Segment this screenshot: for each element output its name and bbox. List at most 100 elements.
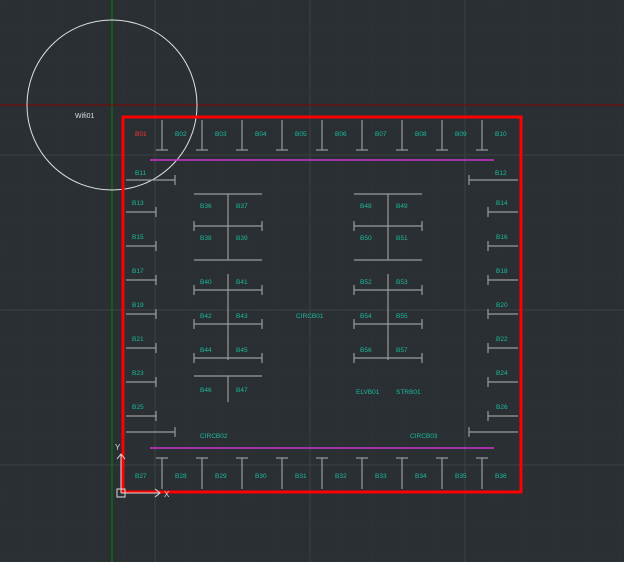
slot[interactable] [126,343,156,353]
slot[interactable] [488,343,518,353]
strb-label: STRB01 [396,389,421,396]
slot-label: B36 [495,473,507,480]
circb03-label: CIRCB03 [410,433,438,440]
axis-y-label: Y [115,443,121,452]
wifi-label: Wifi01 [75,113,95,120]
slot-label: B34 [415,473,427,480]
slot[interactable] [436,120,448,150]
slot[interactable] [488,411,518,421]
slot-label: B46 [200,387,212,394]
slot[interactable] [196,120,208,150]
slot-label: B25 [132,404,144,411]
slot-label: B17 [132,268,144,275]
slot-label: B35 [455,473,467,480]
side-slot-wide[interactable] [469,175,518,185]
bottom-slots: B27 B28 B29 B30 B31 B32 B33 B34 B35 B36 [135,458,507,489]
slot[interactable] [276,458,288,489]
slot-label: B07 [375,131,387,138]
slot[interactable] [126,275,156,285]
slot-label: B13 [132,200,144,207]
slot[interactable] [126,377,156,387]
slot-label: B01 [135,131,147,138]
cad-viewport[interactable]: Wifi01 B01 B02 B03 B04 B05 B06 B07 B08 B… [0,0,624,562]
background-grid [0,0,624,562]
slot-label: B22 [496,336,508,343]
slot-label: B27 [135,473,147,480]
slot-label: B44 [200,347,212,354]
slot[interactable] [356,458,368,489]
slot-label: B04 [255,131,267,138]
slot-label: B11 [135,170,146,177]
slot[interactable] [356,120,368,150]
slot-label: B02 [175,131,187,138]
side-slot-wide[interactable] [469,427,518,437]
slot-label: B16 [496,234,508,241]
slot-label: B28 [175,473,187,480]
slot-label: B49 [396,203,408,210]
slot-label: B30 [255,473,267,480]
slot-label: B14 [496,200,508,207]
top-slots: B01 B02 B03 B04 B05 B06 B07 B08 B09 B10 [135,120,507,150]
core-right[interactable]: B48 B49 B50 B51 B52 B53 B54 B55 B56 B57 [354,194,422,363]
core-left[interactable]: B36 B37 B38 B39 B40 B41 B42 B43 B44 B45 … [194,194,262,402]
slot[interactable] [488,377,518,387]
slot-label: B23 [132,370,144,377]
slot[interactable] [276,120,288,150]
slot-label: B50 [360,235,372,242]
slot[interactable] [126,207,156,217]
building-outline[interactable] [123,117,521,492]
slot[interactable] [126,241,156,251]
slot[interactable] [396,120,408,150]
slot-label: B18 [496,268,508,275]
slot[interactable] [476,120,488,150]
side-slot-wide[interactable] [126,427,175,437]
slot[interactable] [316,458,328,489]
slot-label: B24 [496,370,508,377]
slot-label: B29 [215,473,227,480]
slot-label: B51 [396,235,408,242]
slot[interactable] [488,275,518,285]
slot[interactable] [436,458,448,489]
slot-label: B12 [495,170,507,177]
side-slot-wide[interactable] [126,175,175,185]
slot-label: B39 [236,235,248,242]
slot-label: B08 [415,131,427,138]
slot-label: B40 [200,279,212,286]
slot[interactable] [126,411,156,421]
slot-label: B20 [496,302,508,309]
slot[interactable] [196,458,208,489]
slot-label: B33 [375,473,387,480]
slot-label: B26 [496,404,508,411]
slot-label: B53 [396,279,408,286]
slot-label: B19 [132,302,144,309]
slot[interactable] [488,241,518,251]
slot-label: B48 [360,203,372,210]
slot-label: B43 [236,313,248,320]
slot-label: B03 [215,131,227,138]
slot[interactable] [488,207,518,217]
slot-label: B05 [295,131,307,138]
slot-label: B57 [396,347,408,354]
slot-label: B36 [200,203,212,210]
slot-label: B52 [360,279,372,286]
slot-label: B56 [360,347,372,354]
slot-label: B21 [132,336,144,343]
circb01-label: CIRCB01 [296,313,324,320]
slot[interactable] [476,458,488,489]
slot[interactable] [156,458,168,489]
elvb-label: ELVB01 [356,389,380,396]
slot-label: B37 [236,203,248,210]
slot-label: B47 [236,387,248,394]
slot[interactable] [236,458,248,489]
slot[interactable] [396,458,408,489]
slot-label: B15 [132,234,144,241]
slot-label: B55 [396,313,408,320]
slot-label: B09 [455,131,467,138]
slot-label: B41 [236,279,248,286]
slot[interactable] [156,120,168,150]
slot[interactable] [316,120,328,150]
slot-label: B42 [200,313,212,320]
slot-label: B38 [200,235,212,242]
slot-label: B31 [295,473,307,480]
slot[interactable] [236,120,248,150]
